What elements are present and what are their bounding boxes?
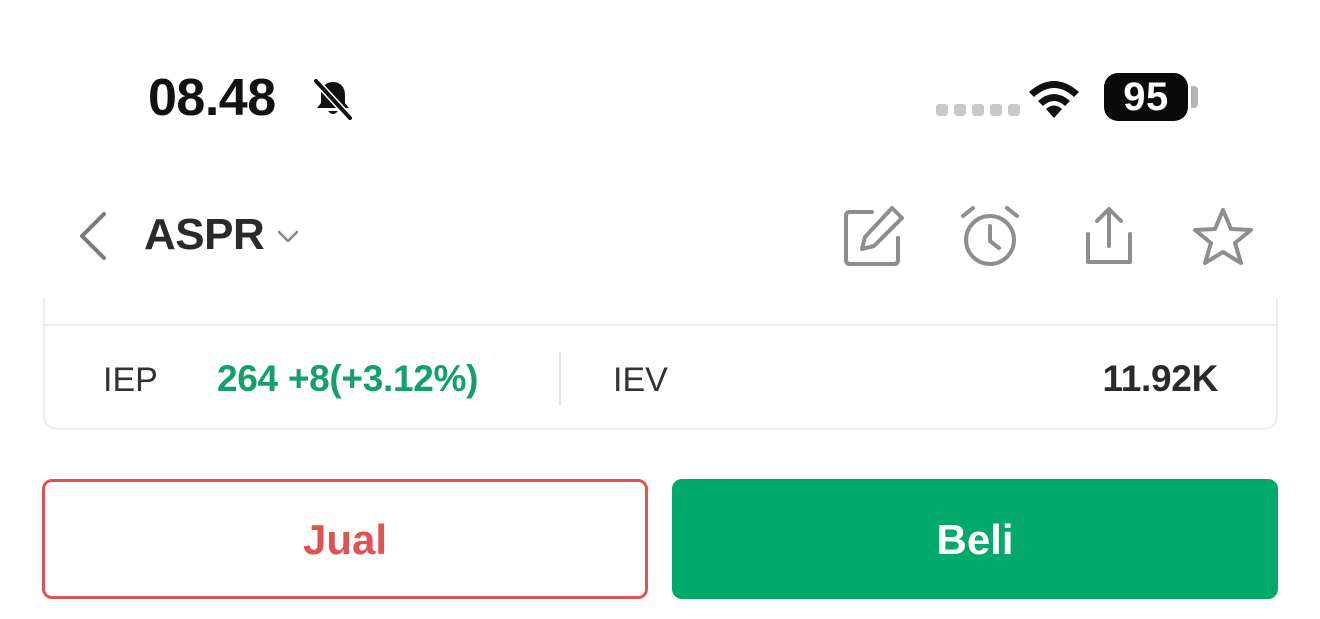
sell-button[interactable]: Jual [42, 479, 648, 599]
column-separator [559, 352, 561, 406]
buy-button[interactable]: Beli [672, 479, 1278, 599]
back-chevron-icon [80, 212, 106, 260]
star-icon[interactable] [1190, 204, 1256, 270]
battery-cap [1191, 86, 1198, 108]
share-icon[interactable] [1076, 204, 1142, 270]
ticker-symbol[interactable]: ASPR [144, 210, 265, 260]
chevron-down-icon[interactable] [274, 222, 302, 250]
edit-icon[interactable] [840, 204, 906, 270]
quote-card: IEP 264 +8(+3.12%) IEV 11.92K [43, 298, 1278, 430]
iev-value: 11.92K [1102, 358, 1219, 399]
back-button[interactable] [70, 208, 118, 264]
card-divider [45, 324, 1276, 326]
iep-label: IEP [103, 361, 158, 399]
wifi-icon [1024, 74, 1084, 120]
iev-label: IEV [613, 361, 668, 399]
bell-slash-icon [310, 76, 356, 122]
status-time: 08.48 [148, 69, 276, 127]
signal-dots-icon [936, 104, 1020, 116]
battery-icon: 95 [1104, 73, 1188, 121]
alarm-clock-icon[interactable] [957, 204, 1023, 270]
iep-value: 264 +8(+3.12%) [217, 358, 479, 399]
